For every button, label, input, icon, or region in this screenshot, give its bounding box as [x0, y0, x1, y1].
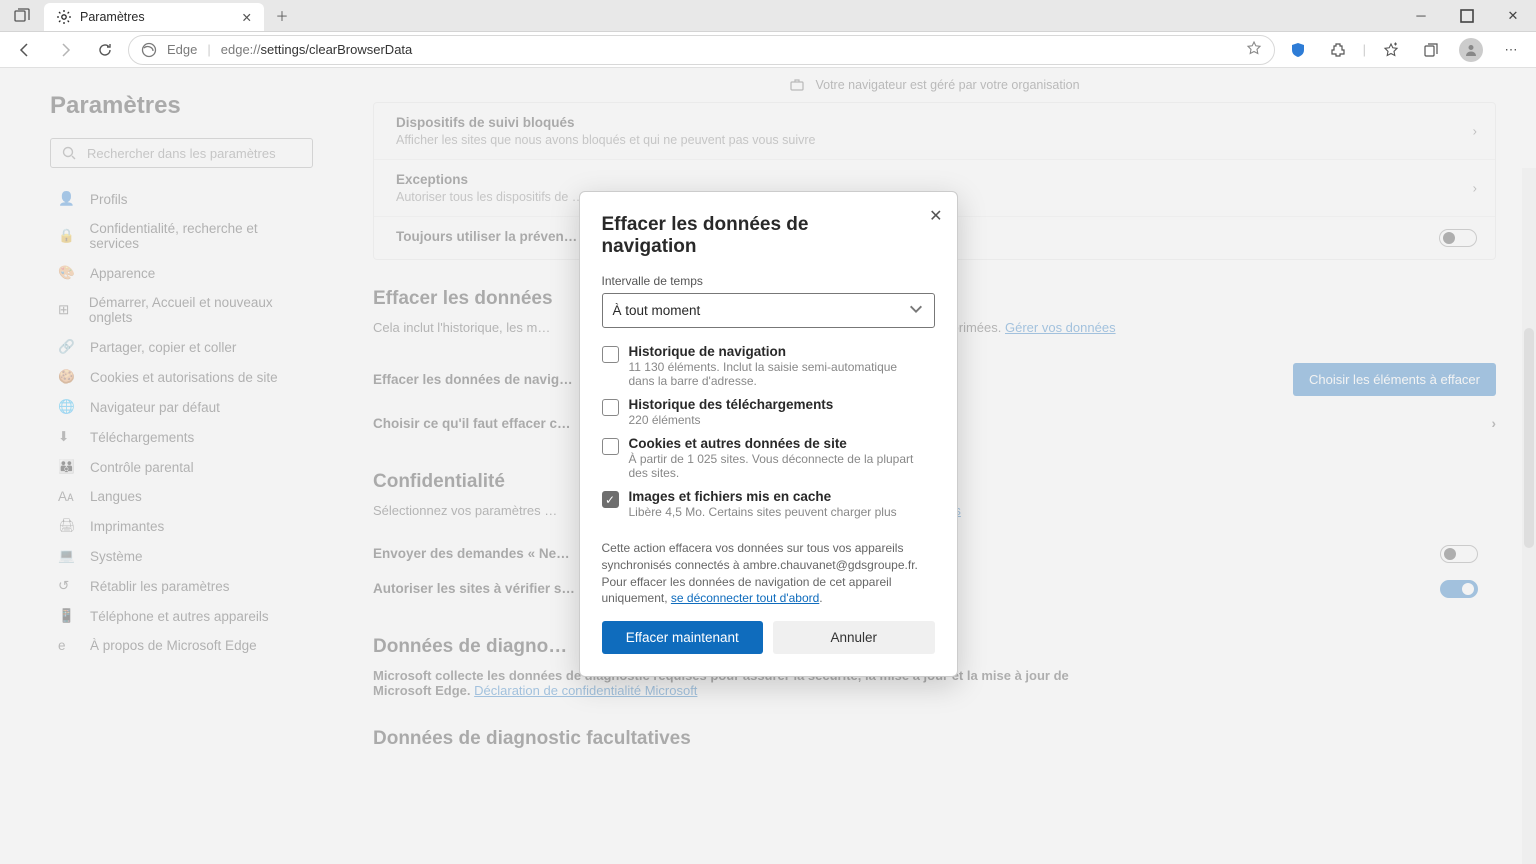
- tab-close-button[interactable]: ✕: [242, 10, 252, 25]
- modal-close-button[interactable]: ✕: [929, 206, 942, 226]
- toolbar: Edge | edge://settings/clearBrowserData …: [0, 32, 1536, 68]
- profile-avatar[interactable]: [1454, 35, 1488, 65]
- interval-label: Intervalle de temps: [602, 274, 935, 288]
- favorite-icon[interactable]: [1246, 40, 1262, 59]
- modal-footnote: Cette action effacera vos données sur to…: [602, 540, 935, 607]
- gear-icon: [56, 9, 72, 25]
- datatype-item-0[interactable]: Historique de navigation11 130 éléments.…: [602, 344, 925, 388]
- cancel-button[interactable]: Annuler: [773, 621, 935, 654]
- datatype-list: Historique de navigation11 130 éléments.…: [602, 344, 935, 528]
- titlebar: Paramètres ✕ ＋ ─ ✕: [0, 0, 1536, 32]
- chevron-down-icon: [908, 301, 924, 320]
- extensions-icon[interactable]: [1321, 35, 1355, 65]
- checkbox[interactable]: [602, 438, 619, 455]
- forward-button[interactable]: [48, 35, 82, 65]
- signout-link[interactable]: se déconnecter tout d'abord: [671, 591, 819, 605]
- maximize-button[interactable]: [1444, 0, 1490, 31]
- tabs-icon: [14, 8, 30, 24]
- checkbox[interactable]: [602, 399, 619, 416]
- collections-icon[interactable]: [1414, 35, 1448, 65]
- clear-now-button[interactable]: Effacer maintenant: [602, 621, 764, 654]
- content: Paramètres Rechercher dans les paramètre…: [0, 68, 1536, 864]
- interval-select[interactable]: À tout moment: [602, 293, 935, 328]
- clear-data-modal: ✕ Effacer les données de navigation Inte…: [579, 191, 958, 677]
- window-controls: ─ ✕: [1398, 0, 1536, 31]
- refresh-button[interactable]: [88, 35, 122, 65]
- browser-tab[interactable]: Paramètres ✕: [44, 3, 264, 31]
- datatype-item-3[interactable]: Images et fichiers mis en cacheLibère 4,…: [602, 489, 925, 519]
- checkbox[interactable]: [602, 491, 619, 508]
- modal-overlay: ✕ Effacer les données de navigation Inte…: [0, 68, 1536, 864]
- address-bar[interactable]: Edge | edge://settings/clearBrowserData: [128, 35, 1275, 65]
- tracking-icon[interactable]: [1281, 35, 1315, 65]
- menu-button[interactable]: ⋯: [1494, 35, 1528, 65]
- modal-title: Effacer les données de navigation: [602, 214, 935, 258]
- edge-icon: [141, 42, 157, 58]
- new-tab-button[interactable]: ＋: [264, 0, 300, 31]
- favorites-icon[interactable]: [1374, 35, 1408, 65]
- datatype-item-1[interactable]: Historique des téléchargements220 élémen…: [602, 397, 925, 427]
- close-button[interactable]: ✕: [1490, 0, 1536, 31]
- checkbox[interactable]: [602, 346, 619, 363]
- datatype-item-2[interactable]: Cookies et autres données de siteÀ parti…: [602, 436, 925, 480]
- back-button[interactable]: [8, 35, 42, 65]
- tab-title: Paramètres: [80, 10, 145, 24]
- tab-actions-button[interactable]: [0, 0, 44, 31]
- addr-app: Edge: [167, 42, 197, 57]
- minimize-button[interactable]: ─: [1398, 0, 1444, 31]
